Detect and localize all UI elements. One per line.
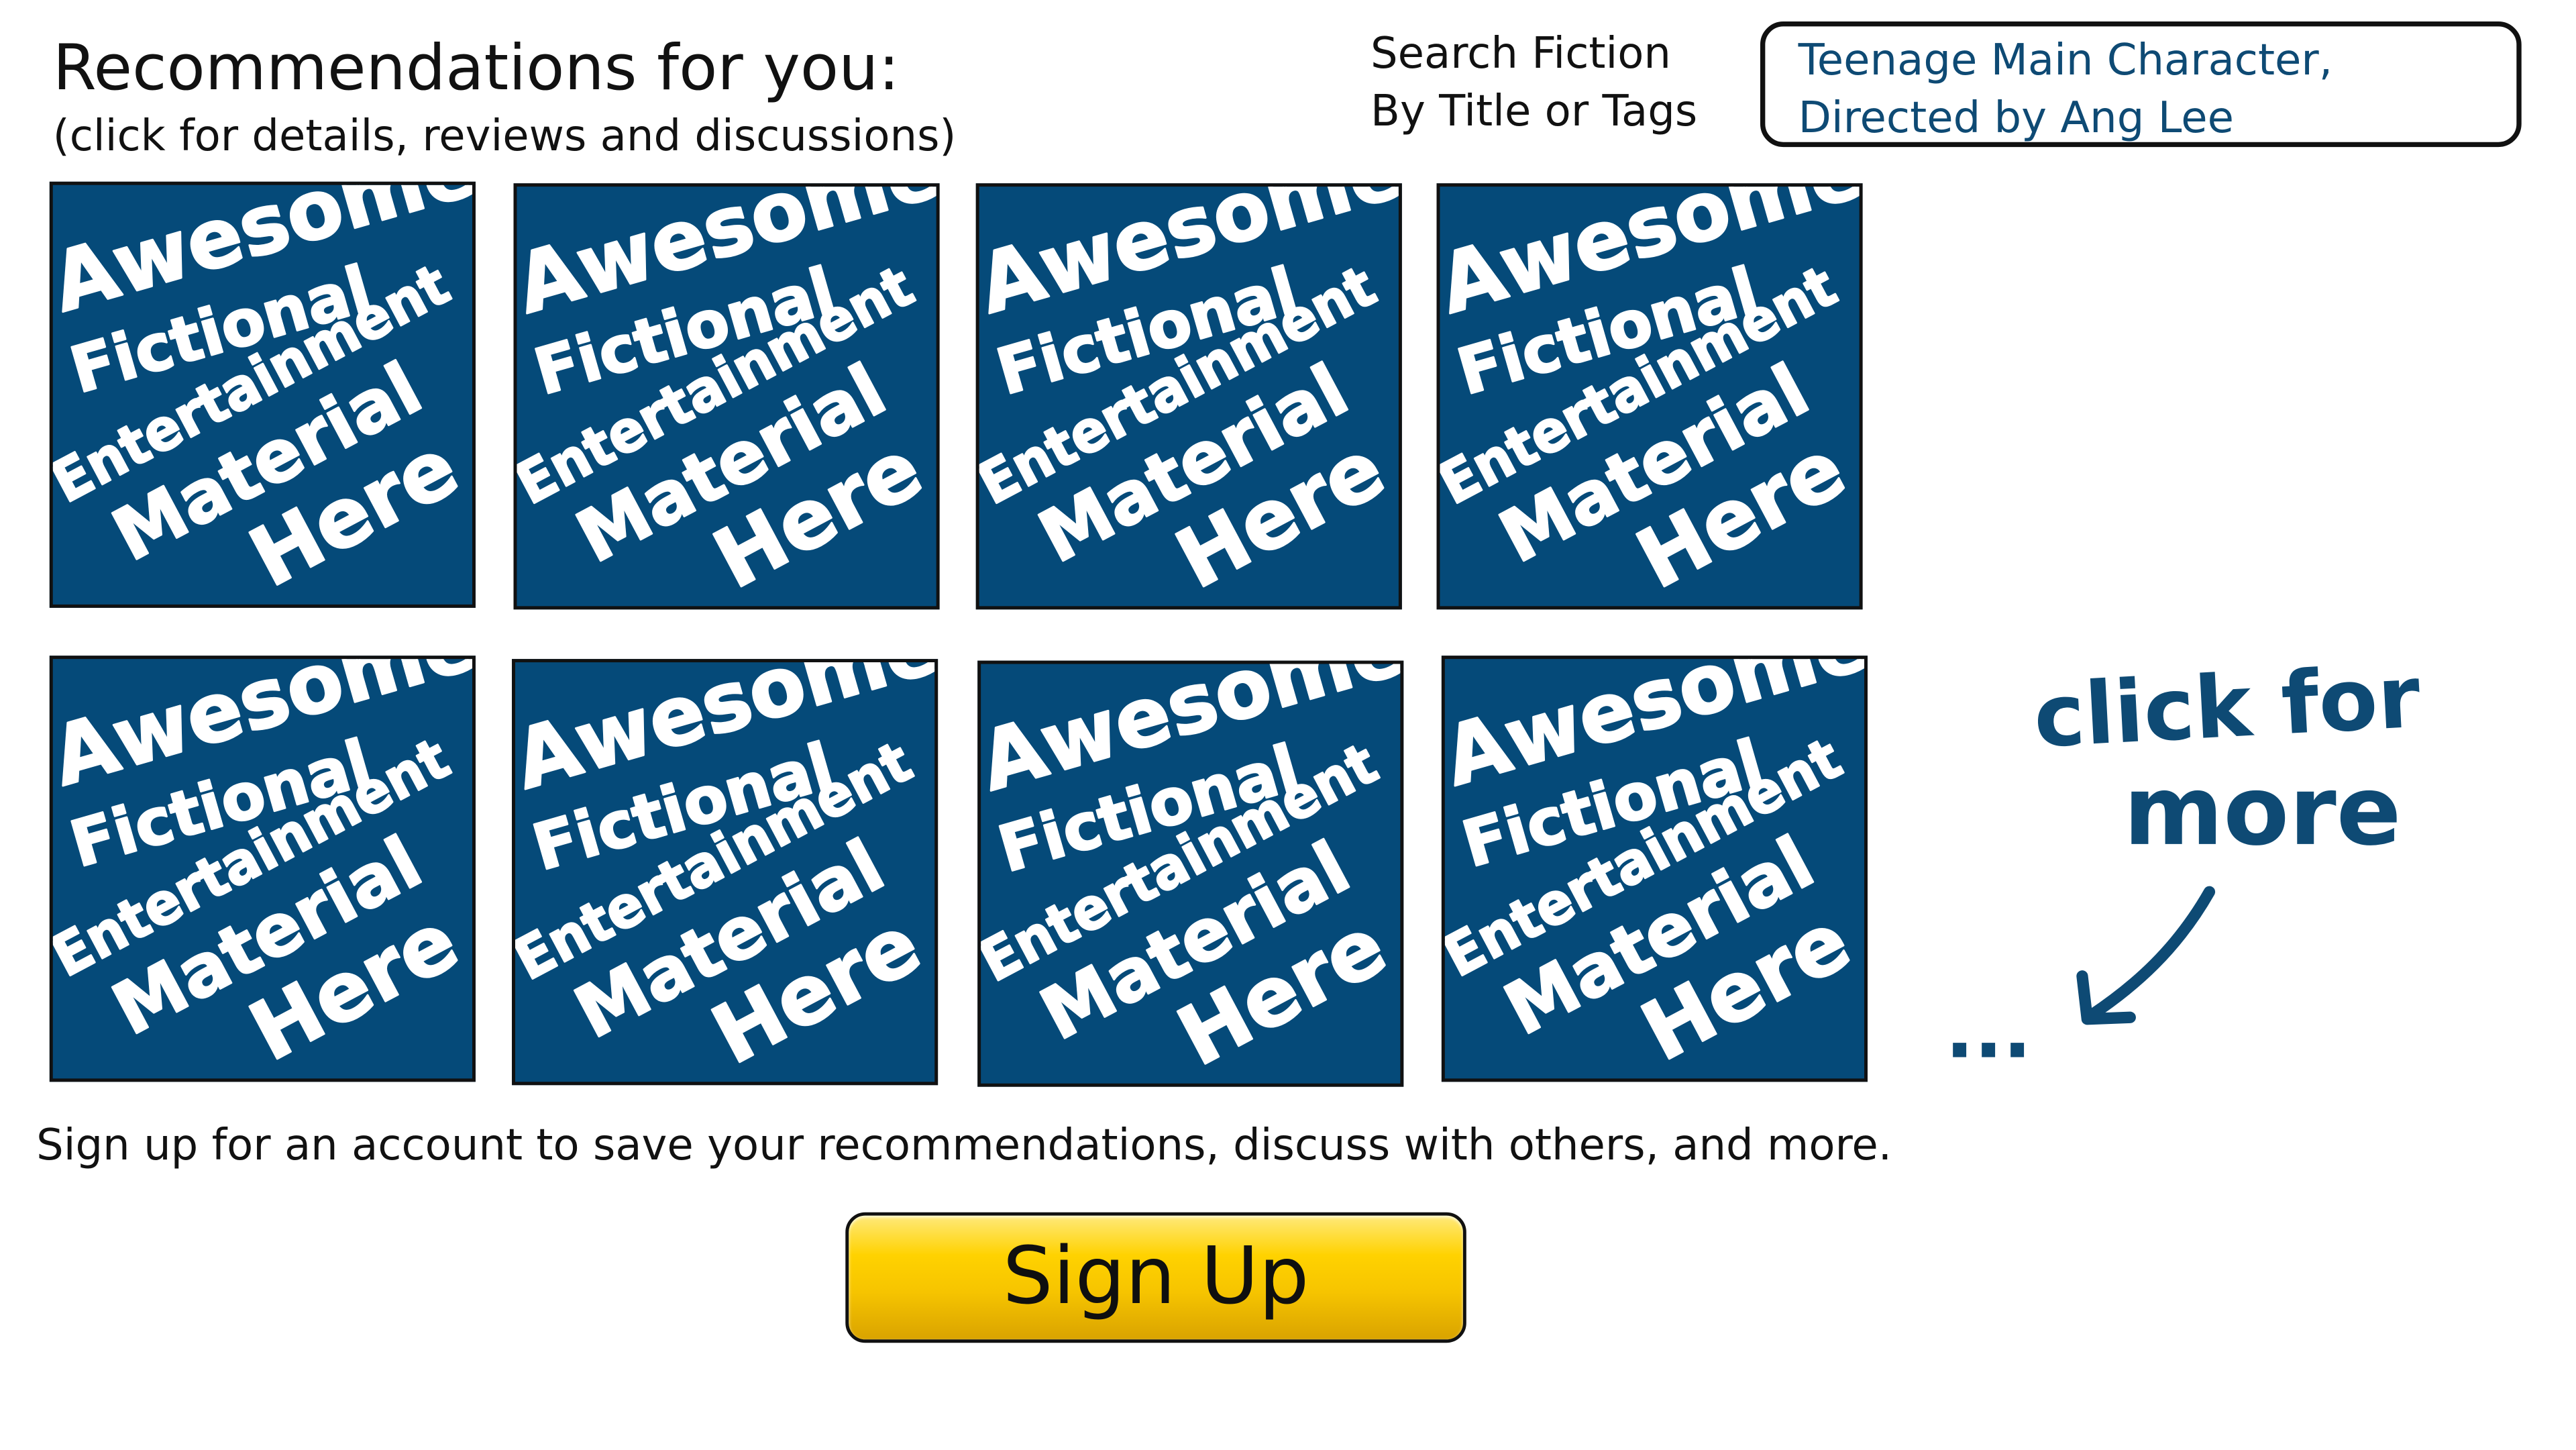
- recommendation-tile[interactable]: Awesome Fictional Entertainment Material…: [975, 183, 1402, 610]
- search-value-line1: Teenage Main Character,: [1798, 36, 2333, 86]
- tile-artwork: Awesome Fictional Entertainment Material…: [53, 659, 472, 1078]
- search-value-line2: Directed by Ang Lee: [1798, 94, 2234, 144]
- click-for-more-graphic: click for more ...: [1945, 648, 2422, 1076]
- recommendation-tile[interactable]: Awesome Fictional Entertainment Material…: [977, 660, 1404, 1087]
- page-subtitle: (click for details, reviews and discussi…: [52, 112, 957, 162]
- signup-message: Sign up for an account to save your reco…: [36, 1121, 1892, 1172]
- recommendation-tile[interactable]: Awesome Fictional Entertainment Material…: [1441, 656, 1868, 1082]
- search-label: Search Fiction By Title or Tags: [1371, 26, 1697, 142]
- arrow-icon: [2084, 886, 2216, 1022]
- recommendation-tile[interactable]: Awesome Fictional Entertainment Material…: [49, 181, 476, 608]
- tile-artwork: Awesome Fictional Entertainment Material…: [979, 187, 1399, 606]
- search-label-line2: By Title or Tags: [1371, 87, 1698, 138]
- tile-artwork: Awesome Fictional Entertainment Material…: [1445, 659, 1864, 1078]
- search-input[interactable]: Teenage Main Character, Directed by Ang …: [1760, 21, 2522, 148]
- tile-artwork: Awesome Fictional Entertainment Material…: [1440, 187, 1859, 606]
- sign-up-button[interactable]: Sign Up: [845, 1212, 1466, 1343]
- recommendation-tile[interactable]: Awesome Fictional Entertainment Material…: [49, 656, 476, 1082]
- tile-artwork: Awesome Fictional Entertainment Material…: [53, 185, 472, 605]
- page: Recommendations for you: (click for deta…: [0, 0, 2576, 1450]
- tile-artwork: Awesome Fictional Entertainment Material…: [515, 662, 934, 1082]
- page-title: Recommendations for you:: [52, 31, 900, 105]
- click-for-more-line2: more: [2123, 755, 2401, 867]
- tile-artwork: Awesome Fictional Entertainment Material…: [981, 664, 1400, 1084]
- recommendation-tile[interactable]: Awesome Fictional Entertainment Material…: [512, 659, 938, 1086]
- search-label-line1: Search Fiction: [1371, 30, 1671, 80]
- click-for-more-line1: click for: [2031, 648, 2422, 768]
- tile-artwork: Awesome Fictional Entertainment Material…: [517, 187, 936, 606]
- recommendation-tile[interactable]: Awesome Fictional Entertainment Material…: [513, 183, 940, 610]
- ellipsis: ...: [1945, 986, 2032, 1075]
- recommendation-tile[interactable]: Awesome Fictional Entertainment Material…: [1436, 183, 1863, 610]
- click-for-more-link[interactable]: click for more ...: [1929, 636, 2457, 1098]
